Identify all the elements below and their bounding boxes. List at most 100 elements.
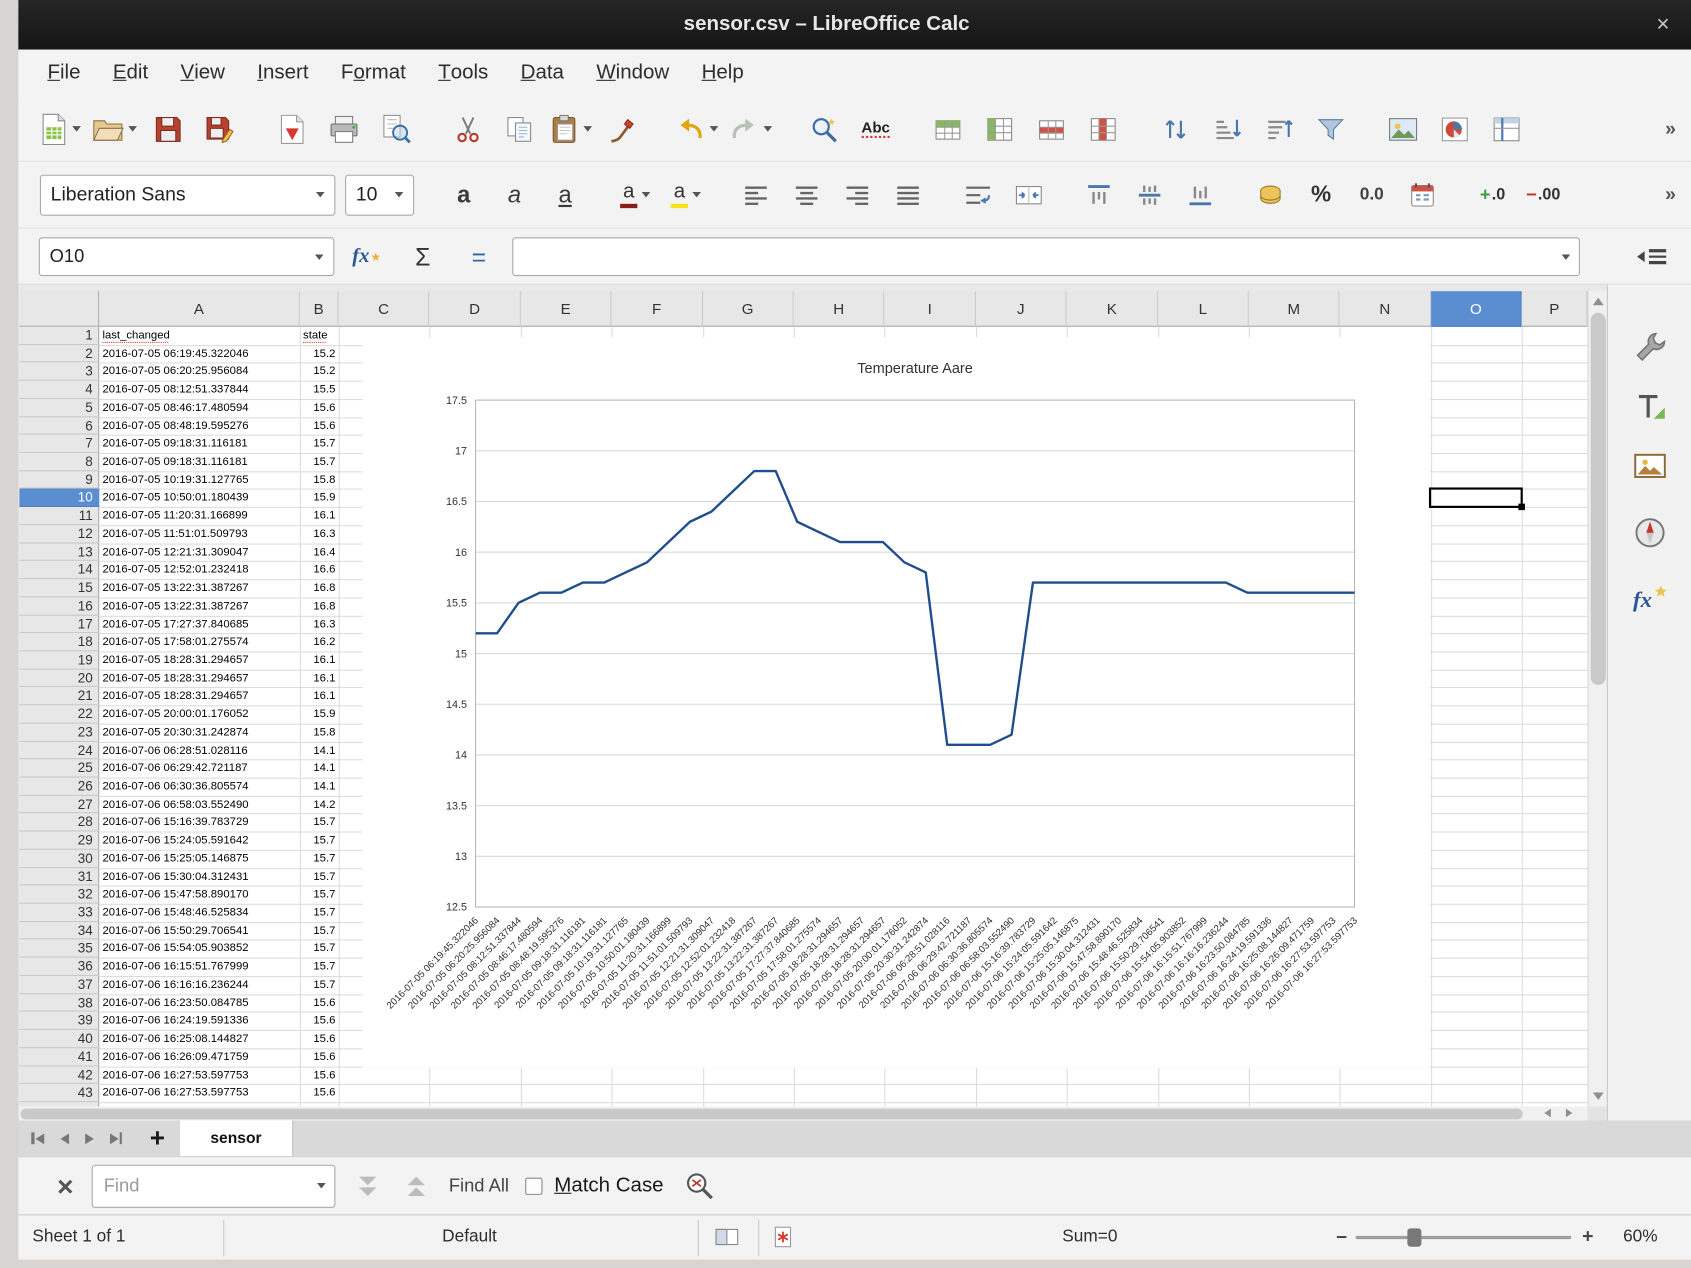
equals-button[interactable]: = [454,236,504,277]
styles-panel-button[interactable] [1626,384,1673,431]
document-modified-icon[interactable] [771,1226,795,1248]
font-name-dropdown-arrow[interactable] [315,191,325,198]
copy-button[interactable] [499,104,540,154]
toolbar-overflow-button[interactable]: » [1665,118,1676,141]
scroll-right-arrow[interactable] [1565,1108,1573,1118]
previous-sheet-button[interactable] [59,1132,69,1144]
align-top-button[interactable] [1078,170,1119,220]
find-replace-button[interactable] [803,104,844,154]
percent-format-button[interactable]: % [1301,170,1342,220]
expand-formula-bar-arrow[interactable] [1561,253,1571,260]
open-dropdown-arrow[interactable] [128,126,137,132]
print-preview-button[interactable] [375,104,416,154]
redo-button[interactable] [729,104,773,154]
selection-mode-icon[interactable] [714,1226,740,1248]
zoom-slider-thumb[interactable] [1407,1228,1422,1247]
navigator-panel-button[interactable] [1626,509,1673,556]
undo-dropdown-arrow[interactable] [709,126,719,132]
scroll-up-arrow[interactable] [1592,297,1604,306]
delete-row-button[interactable] [1031,104,1072,154]
horizontal-scrollbar[interactable] [19,1106,1588,1121]
highlight-color-button[interactable]: a [665,170,706,220]
sort-ascending-button[interactable] [1207,104,1248,154]
fill-handle[interactable] [1518,503,1525,511]
bold-button[interactable]: a [443,170,484,220]
insert-row-button[interactable] [927,104,968,154]
titlebar[interactable]: sensor.csv – LibreOffice Calc × [18,0,1691,50]
menu-view[interactable]: View [164,50,241,97]
properties-panel-button[interactable] [1626,326,1673,373]
sheet-tab-sensor[interactable]: sensor [180,1120,293,1157]
justify-button[interactable] [888,170,929,220]
menu-help[interactable]: Help [685,50,760,97]
clone-formatting-button[interactable] [603,104,644,154]
freeze-panes-button[interactable] [1486,104,1527,154]
match-case-checkbox[interactable] [525,1177,543,1195]
font-name-select[interactable]: Liberation Sans [39,174,336,216]
name-box[interactable]: O10 [38,237,335,277]
horizontal-scrollbar-thumb[interactable] [20,1108,1523,1119]
next-sheet-button[interactable] [84,1132,94,1144]
add-sheet-button[interactable]: + [135,1121,180,1157]
underline-button[interactable]: a [545,170,586,220]
italic-button[interactable]: a [494,170,535,220]
close-button[interactable]: × [1635,12,1691,38]
scroll-left-arrow[interactable] [1544,1108,1551,1118]
save-button[interactable] [148,104,189,154]
find-input[interactable] [101,1173,313,1198]
zoom-in-button[interactable]: + [1582,1225,1593,1248]
align-bottom-button[interactable] [1180,170,1221,220]
sidebar-toggle-button[interactable] [1627,238,1674,275]
menu-insert[interactable]: Insert [241,50,325,97]
wrap-text-button[interactable] [958,170,999,220]
center-vertically-button[interactable] [1129,170,1170,220]
autofilter-button[interactable] [1310,104,1351,154]
close-find-bar-button[interactable]: × [57,1172,73,1200]
delete-column-button[interactable] [1083,104,1124,154]
menu-file[interactable]: File [31,50,96,97]
find-and-replace-button[interactable] [680,1161,721,1211]
align-left-button[interactable] [736,170,777,220]
font-size-dropdown-arrow[interactable] [394,191,404,198]
insert-column-button[interactable] [979,104,1020,154]
menu-data[interactable]: Data [504,50,580,97]
vertical-scrollbar-thumb[interactable] [1590,312,1606,685]
find-next-button[interactable] [352,1175,384,1197]
page-style[interactable]: Default [442,1227,497,1246]
print-button[interactable] [324,104,365,154]
new-document-button[interactable] [40,104,81,154]
vertical-scrollbar[interactable] [1587,291,1607,1107]
open-button[interactable] [92,104,137,154]
number-format-button[interactable]: 0.0 [1351,170,1392,220]
first-sheet-button[interactable] [31,1132,44,1145]
last-sheet-button[interactable] [109,1132,122,1145]
merge-cells-button[interactable] [1008,170,1049,220]
menu-window[interactable]: Window [580,50,685,97]
zoom-out-button[interactable]: – [1336,1225,1347,1248]
cut-button[interactable] [448,104,489,154]
sort-descending-button[interactable] [1259,104,1300,154]
paste-dropdown-arrow[interactable] [583,126,593,132]
save-as-button[interactable] [200,104,241,154]
align-center-button[interactable] [786,170,827,220]
sum-button[interactable]: Σ [398,236,448,277]
insert-chart-button[interactable] [1434,104,1475,154]
insert-image-button[interactable] [1383,104,1424,154]
paste-button[interactable] [551,104,593,154]
scroll-down-arrow[interactable] [1592,1092,1604,1101]
match-case-label[interactable]: Match Case [554,1174,663,1198]
function-wizard-button[interactable]: fx ★ [342,236,392,277]
add-decimal-button[interactable]: + .0 [1472,170,1513,220]
currency-format-button[interactable] [1250,170,1291,220]
highlight-dropdown-arrow[interactable] [692,191,702,198]
functions-panel-button[interactable]: fx [1626,576,1673,623]
export-pdf-button[interactable] [272,104,313,154]
find-dropdown-arrow[interactable] [317,1183,326,1189]
formula-input[interactable] [512,237,1580,277]
zoom-slider[interactable] [1355,1235,1572,1240]
date-format-button[interactable] [1402,170,1443,220]
gallery-panel-button[interactable] [1626,442,1673,489]
name-box-dropdown-arrow[interactable] [314,253,324,260]
spelling-button[interactable]: Abc [855,104,896,154]
find-all-button[interactable]: Find All [449,1175,509,1197]
